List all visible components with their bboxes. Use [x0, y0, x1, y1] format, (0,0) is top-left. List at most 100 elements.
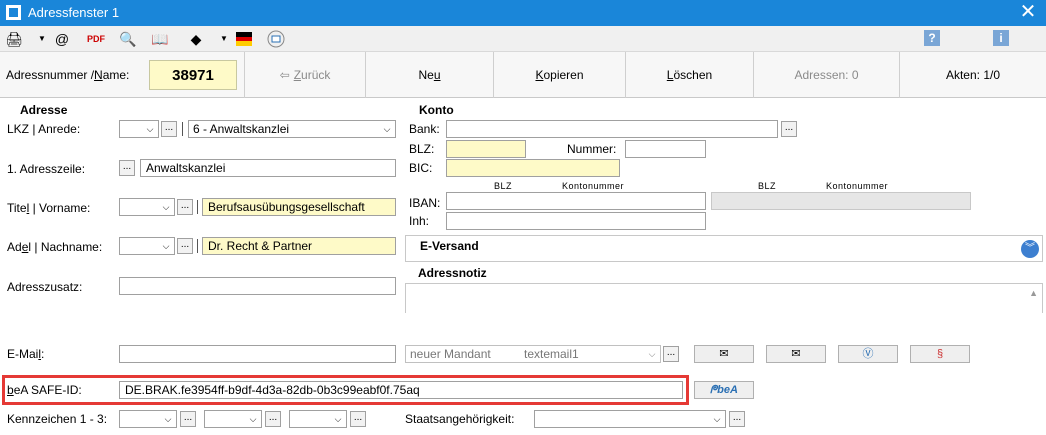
nummer-field[interactable]	[625, 140, 706, 158]
mail-settings-button[interactable]: ✉	[766, 345, 826, 363]
bea-label: beA SAFE-ID:	[7, 383, 82, 397]
email-field[interactable]	[119, 345, 396, 363]
title-firstname-label: Titel | Vorname:	[7, 201, 91, 215]
signature-button[interactable]: §	[910, 345, 970, 363]
envelope-icon: ✉	[719, 348, 729, 360]
lkz-anrede-label: LKZ | Anrede:	[7, 122, 81, 136]
email-label: E-Mail:	[7, 347, 45, 361]
chevron-down-icon: ⌵	[162, 241, 170, 251]
iban2-konto-hint: Kontonummer	[826, 181, 889, 191]
addresses-count[interactable]: Adressen: 0	[754, 52, 900, 98]
blz-field[interactable]	[446, 140, 526, 158]
iban-konto-hint: Kontonummer	[562, 181, 625, 191]
lkz-select[interactable]: ⌵	[119, 120, 159, 138]
chevron-down-icon: ⌵	[383, 124, 391, 134]
address-section-title: Adresse	[20, 103, 68, 117]
address-extra-label: Adresszusatz:	[7, 280, 83, 294]
staat-select[interactable]: ⌵	[534, 410, 726, 428]
outlook-icon[interactable]	[266, 29, 286, 49]
signature-icon: §	[936, 348, 944, 360]
scroll-up-icon[interactable]: ▲	[1029, 288, 1038, 298]
search-icon[interactable]: 🔍	[118, 29, 138, 49]
address-number-value: 38971	[149, 60, 237, 90]
chevron-down-icon: ⌵	[249, 414, 257, 424]
address-line1-label: 1. Adresszeile:	[7, 162, 86, 176]
lkz-lookup-button[interactable]: ...	[161, 121, 177, 137]
copy-button[interactable]: Kopieren	[494, 52, 626, 98]
printer-icon[interactable]: 🖨	[4, 29, 24, 49]
help-icon[interactable]: ?	[924, 30, 940, 46]
chevron-down-icon: ⌵	[713, 414, 721, 424]
info-icon[interactable]: i	[993, 30, 1009, 46]
back-button[interactable]: ⇦ Zurück	[244, 52, 366, 98]
firstname-field[interactable]: Berufsausübungsgesellschaft	[202, 198, 396, 216]
check-circle-icon: Ⓥ	[862, 348, 874, 360]
window-icon	[6, 5, 21, 20]
inh-label: Inh:	[409, 214, 430, 228]
bank-field[interactable]	[446, 120, 778, 138]
book-icon[interactable]: 📖	[150, 29, 170, 49]
kennzeichen-2-select[interactable]: ⌵	[204, 410, 262, 428]
e-versand-title: E-Versand	[420, 239, 479, 253]
title-lookup-button[interactable]: ...	[177, 199, 193, 215]
envelope-gear-icon: ✉	[791, 348, 801, 360]
kennzeichen-1-select[interactable]: ⌵	[119, 410, 177, 428]
chevron-down-icon: ⌵	[648, 349, 656, 359]
e-versand-panel[interactable]: E-Versand ︾	[405, 235, 1043, 262]
separator	[197, 239, 198, 253]
send-mail-button[interactable]: ✉	[694, 345, 754, 363]
adel-select[interactable]: ⌵	[119, 237, 175, 255]
bea-button[interactable]: ᖘbeA	[694, 381, 754, 399]
toolbar: 🖨 ▼ @ PDF 🔍 📖 ◆ ▼ ? i	[0, 26, 1046, 52]
bic-field[interactable]	[446, 159, 620, 177]
kennzeichen-2-lookup[interactable]: ...	[265, 411, 281, 427]
anrede-select[interactable]: 6 - Anwaltskanzlei ⌵	[188, 120, 396, 138]
iban-field[interactable]	[446, 192, 706, 210]
verify-button[interactable]: Ⓥ	[838, 345, 898, 363]
iban-label: IBAN:	[409, 196, 441, 210]
address-line1-field[interactable]: Anwaltskanzlei	[140, 159, 396, 177]
lastname-field[interactable]: Dr. Recht & Partner	[202, 237, 396, 255]
chevron-down-icon[interactable]: ▼	[220, 34, 228, 43]
chevron-down-icon: ⌵	[334, 414, 342, 424]
address-line1-lookup-button[interactable]: ...	[119, 160, 135, 176]
iban-blz-hint: BLZ	[494, 181, 513, 191]
files-count[interactable]: Akten: 1/0	[900, 52, 1046, 98]
email-at-icon[interactable]: @	[52, 29, 72, 49]
expand-icon[interactable]: ︾	[1021, 240, 1039, 258]
chevron-down-icon[interactable]: ▼	[38, 34, 46, 43]
address-extra-field[interactable]	[119, 277, 396, 295]
notiz-title: Adressnotiz	[418, 266, 487, 280]
new-button[interactable]: Ne u	[366, 52, 494, 98]
address-number-label: Adressnummer / Name:	[6, 68, 130, 82]
chevron-down-icon: ⌵	[162, 202, 170, 212]
konto-section-title: Konto	[419, 103, 454, 117]
staat-lookup[interactable]: ...	[729, 411, 745, 427]
separator	[182, 122, 183, 136]
bea-safe-id-field[interactable]: DE.BRAK.fe3954ff-b9df-4d3a-82db-0b3c99ea…	[119, 381, 683, 399]
title-bar: Adressfenster 1 ✕	[0, 0, 1046, 26]
name-label: Adel | Nachname:	[7, 240, 103, 254]
kennzeichen-1-lookup[interactable]: ...	[180, 411, 196, 427]
pdf-icon[interactable]: PDF	[86, 29, 106, 49]
close-icon[interactable]: ✕	[1016, 1, 1040, 23]
kennzeichen-3-select[interactable]: ⌵	[289, 410, 347, 428]
bank-lookup-button[interactable]: ...	[781, 121, 797, 137]
bank-label: Bank:	[409, 122, 440, 136]
chevron-down-icon: ⌵	[164, 414, 172, 424]
adel-lookup-button[interactable]: ...	[177, 238, 193, 254]
chevron-down-icon: ⌵	[146, 124, 154, 134]
inh-field[interactable]	[446, 212, 706, 230]
window-title: Adressfenster 1	[28, 5, 120, 20]
notiz-textarea[interactable]: ▲	[405, 283, 1043, 313]
delete-button[interactable]: Löschen	[626, 52, 754, 98]
shapes-icon[interactable]: ◆	[186, 29, 206, 49]
mandant-select[interactable]: neuer Mandant textemail1 ⌵	[405, 345, 661, 363]
title-select[interactable]: ⌵	[119, 198, 175, 216]
separator	[197, 200, 198, 214]
mandant-lookup-button[interactable]: ...	[663, 346, 679, 362]
german-flag-icon[interactable]	[234, 29, 254, 49]
kennzeichen-3-lookup[interactable]: ...	[350, 411, 366, 427]
template-name: textemail1	[524, 347, 579, 361]
action-bar: Adressnummer / Name: 38971 ⇦ Zurück Ne u K…	[0, 52, 1046, 98]
